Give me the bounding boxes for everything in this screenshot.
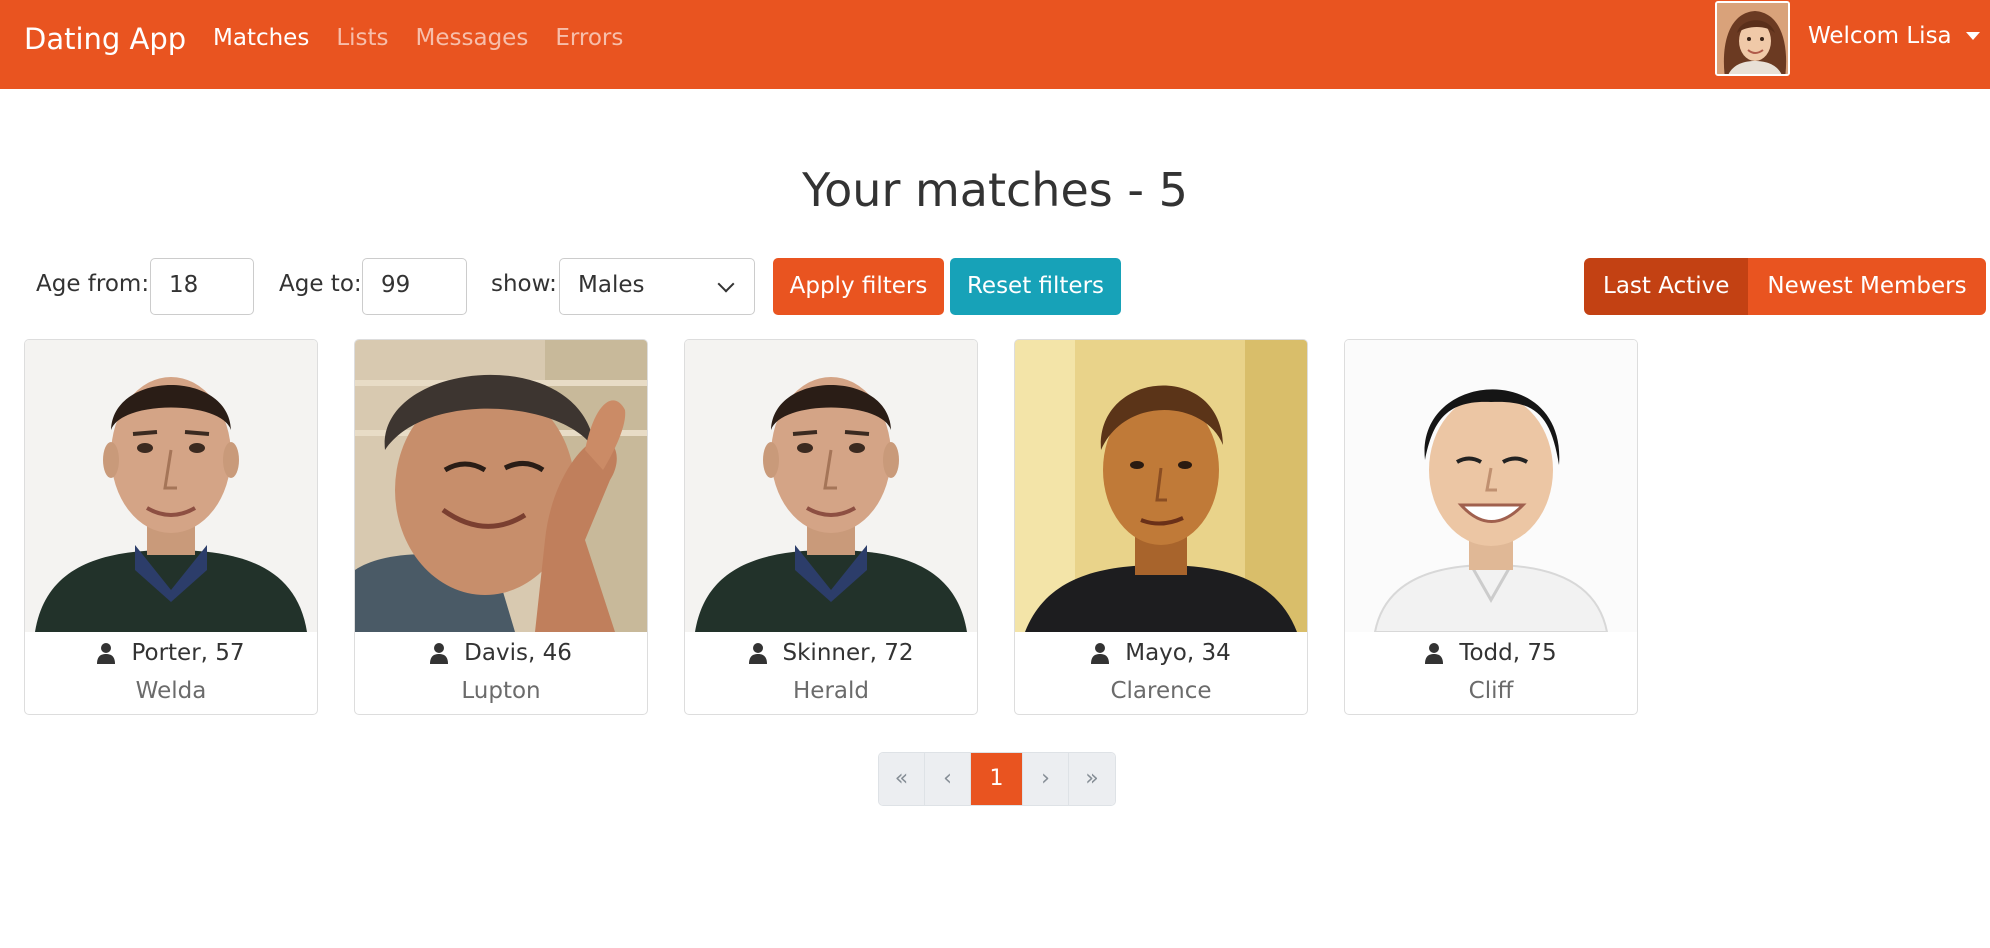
member-name: Mayo, 34 [1015,640,1307,666]
last-active-button[interactable]: Last Active [1584,258,1749,315]
nav-link-messages[interactable]: Messages [416,25,529,51]
pagination: « ‹ 1 › » [878,752,1116,806]
member-photo [355,340,647,632]
member-name-text: Todd, 75 [1459,640,1557,666]
member-name-text: Porter, 57 [131,640,245,666]
user-icon [1091,643,1110,664]
member-photo [1345,340,1637,632]
user-avatar [1715,1,1790,76]
welcome-text: Welcom Lisa [1808,23,1952,49]
nav-link-lists[interactable]: Lists [336,25,388,51]
caret-down-icon [1965,32,1980,40]
member-name: Porter, 57 [25,640,317,666]
brand-logo[interactable]: Dating App [24,22,186,56]
next-page-button[interactable]: › [1023,753,1069,805]
age-to-label: Age to: [279,271,362,297]
age-from-input[interactable]: 18 [150,258,254,315]
member-name: Todd, 75 [1345,640,1637,666]
member-city: Herald [793,678,869,704]
apply-filters-button[interactable]: Apply filters [773,258,944,315]
nav-links: Matches Lists Messages Errors [213,25,650,51]
member-name-text: Mayo, 34 [1125,640,1231,666]
page-title: Your matches - 5 [802,163,1188,217]
page-1-button[interactable]: 1 [971,753,1023,805]
gender-select-value: Males [578,272,645,298]
member-name-text: Davis, 46 [464,640,572,666]
chevron-down-icon [717,275,735,293]
member-city: Cliff [1468,678,1514,704]
user-menu-dropdown[interactable]: Welcom Lisa [1808,23,1980,49]
gender-select[interactable]: Males [559,258,755,315]
age-to-input[interactable]: 99 [362,258,467,315]
top-navbar: Dating App Matches Lists Messages Errors… [0,0,1990,89]
member-city: Clarence [1110,678,1212,704]
member-card[interactable]: Davis, 46 Lupton [354,339,648,715]
member-name-text: Skinner, 72 [782,640,914,666]
user-icon [1425,643,1444,664]
member-city: Welda [135,678,207,704]
member-city: Lupton [461,678,541,704]
member-card[interactable]: Todd, 75 Cliff [1344,339,1638,715]
member-name: Davis, 46 [355,640,647,666]
member-card[interactable]: Porter, 57 Welda [24,339,318,715]
member-card[interactable]: Skinner, 72 Herald [684,339,978,715]
member-photo [685,340,977,632]
member-photo [25,340,317,632]
show-label: show: [491,271,557,297]
age-from-label: Age from: [36,271,150,297]
sort-button-group: Last Active Newest Members [1584,258,1986,315]
nav-link-errors[interactable]: Errors [555,25,623,51]
member-photo [1015,340,1307,632]
reset-filters-button[interactable]: Reset filters [950,258,1121,315]
user-icon [97,643,116,664]
last-page-button[interactable]: » [1069,753,1115,805]
first-page-button[interactable]: « [879,753,925,805]
prev-page-button[interactable]: ‹ [925,753,971,805]
user-icon [748,643,767,664]
nav-link-matches[interactable]: Matches [213,25,309,51]
user-icon [430,643,449,664]
member-card[interactable]: Mayo, 34 Clarence [1014,339,1308,715]
newest-members-button[interactable]: Newest Members [1748,258,1986,315]
member-name: Skinner, 72 [685,640,977,666]
